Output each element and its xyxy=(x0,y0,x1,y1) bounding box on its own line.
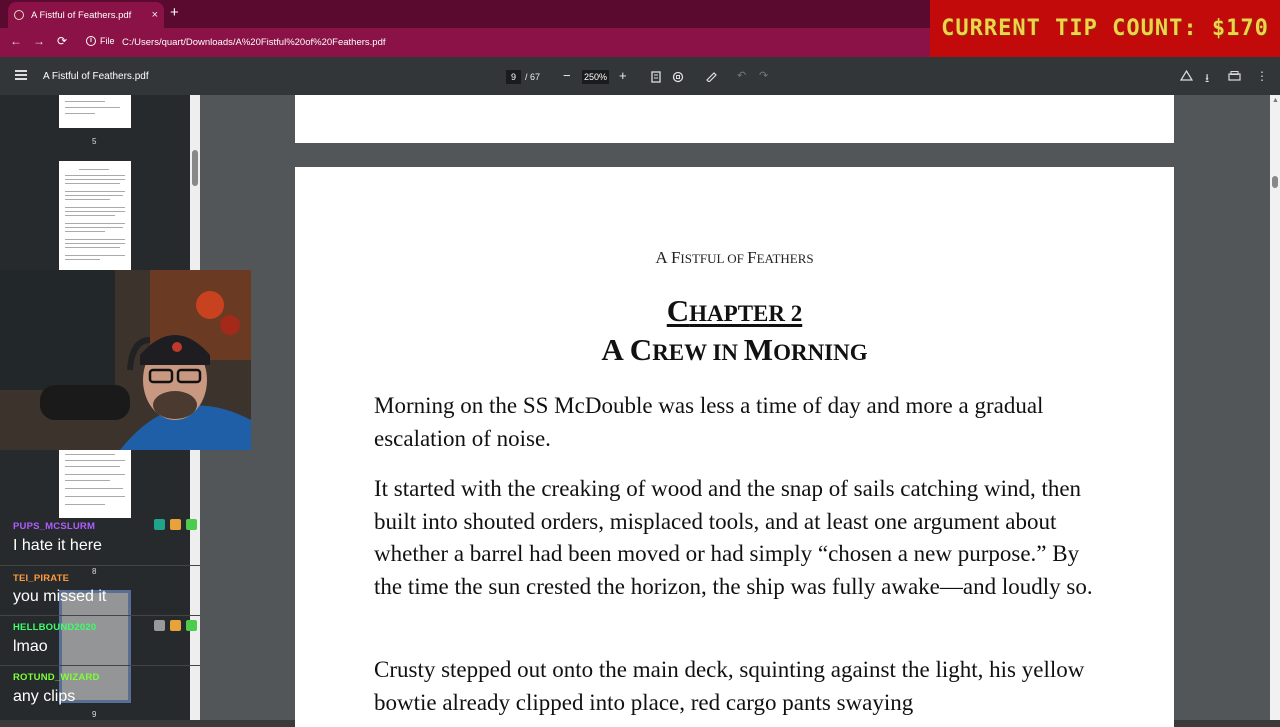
tip-count-overlay: CURRENT TIP COUNT: $170 xyxy=(930,0,1280,57)
thumbnail-page-number: 5 xyxy=(92,137,97,146)
forward-icon[interactable]: → xyxy=(33,34,45,48)
download-icon[interactable]: ⭳ xyxy=(1205,69,1209,90)
document-title: A Fistful of Feathers.pdf xyxy=(43,71,149,82)
page-thumbnail[interactable] xyxy=(59,161,131,271)
main-scrollbar[interactable] xyxy=(1270,95,1280,720)
paragraph: Morning on the SS McDouble was less a ti… xyxy=(374,393,1044,451)
sub-badge-icon xyxy=(170,519,181,530)
page-thumbnail[interactable] xyxy=(59,95,131,128)
site-info-chip[interactable]: i File xyxy=(86,36,115,46)
streamer-webcam-image xyxy=(0,270,251,450)
chat-message: TEI_PIRATE you missed it xyxy=(0,565,200,615)
tip-count-text: CURRENT TIP COUNT: $170 xyxy=(941,16,1269,41)
rotate-icon[interactable] xyxy=(672,70,684,83)
page-thumbnail[interactable] xyxy=(59,450,131,518)
sub-badge-icon xyxy=(170,620,181,631)
chat-username: HELLBOUND2020 xyxy=(13,622,97,633)
webcam-overlay xyxy=(0,270,251,450)
chat-text: you missed it xyxy=(13,588,107,605)
zoom-input[interactable]: 250% xyxy=(582,70,609,84)
zoom-out-button[interactable]: − xyxy=(563,68,571,83)
browser-tab[interactable]: A Fistful of Feathers.pdf × xyxy=(8,2,164,28)
page-total: / 67 xyxy=(525,72,541,82)
zoom-in-button[interactable]: + xyxy=(619,68,627,83)
globe-icon xyxy=(14,10,24,20)
reload-icon[interactable]: ⟳ xyxy=(57,34,67,48)
more-options-icon[interactable]: ⋮ xyxy=(1256,69,1268,83)
info-icon: i xyxy=(86,36,96,46)
tab-title: A Fistful of Feathers.pdf xyxy=(31,9,132,21)
chat-message: PUPS_MCSLURM I hate it here xyxy=(0,515,200,565)
chat-message: HELLBOUND2020 lmao xyxy=(0,615,200,665)
chat-text: I hate it here xyxy=(13,537,102,554)
redo-icon[interactable]: ↷ xyxy=(759,69,768,82)
print-icon[interactable] xyxy=(1228,71,1241,82)
pdf-toolbar xyxy=(0,57,1280,95)
tab-close-icon[interactable]: × xyxy=(152,9,158,21)
chapter-heading: CHAPTER 2 A CREW IN MORNING xyxy=(601,293,868,367)
chat-username: ROTUND_WIZARD xyxy=(13,672,100,683)
annotate-icon[interactable] xyxy=(706,71,718,82)
url-text[interactable]: C:/Users/quart/Downloads/A%20Fistful%20o… xyxy=(122,37,386,48)
mod-badge-icon xyxy=(154,519,165,530)
chat-text: lmao xyxy=(13,638,48,655)
paragraph: It started with the creaking of wood and… xyxy=(374,476,1093,599)
main-scrollbar-thumb[interactable] xyxy=(1272,176,1278,188)
new-tab-button[interactable]: + xyxy=(170,4,179,21)
page-number-input[interactable]: 9 xyxy=(506,70,521,84)
undo-icon[interactable]: ↶ xyxy=(737,69,746,82)
back-icon[interactable]: ← xyxy=(10,34,22,48)
paragraph: Crusty stepped out onto the main deck, s… xyxy=(374,657,1085,715)
menu-icon[interactable] xyxy=(15,70,27,80)
running-head: A FISTFUL OF FEATHERS xyxy=(655,248,814,267)
scroll-up-icon[interactable]: ▲ xyxy=(1272,97,1279,104)
chat-overlay: PUPS_MCSLURM I hate it here TEI_PIRATE y… xyxy=(0,515,200,720)
sidebar-scrollbar-thumb[interactable] xyxy=(192,150,198,186)
verified-badge-icon xyxy=(186,620,197,631)
drive-save-icon[interactable] xyxy=(1180,70,1193,82)
chat-text: any clips xyxy=(13,688,76,705)
previous-page xyxy=(295,95,1174,143)
chat-username: TEI_PIRATE xyxy=(13,573,70,584)
fit-page-icon[interactable] xyxy=(651,71,661,83)
staff-badge-icon xyxy=(154,620,165,631)
file-label: File xyxy=(100,36,115,46)
chat-username: PUPS_MCSLURM xyxy=(13,521,96,532)
verified-badge-icon xyxy=(186,519,197,530)
chat-message: ROTUND_WIZARD any clips xyxy=(0,665,200,720)
